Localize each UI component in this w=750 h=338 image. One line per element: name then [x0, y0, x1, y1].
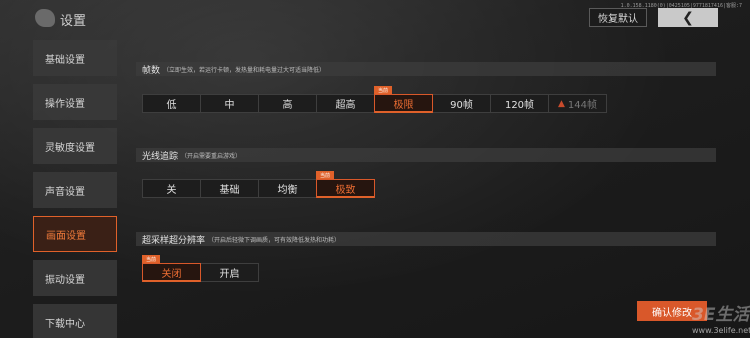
warning-icon: ▲ [557, 98, 565, 109]
raytracing-option-balanced[interactable]: 均衡 [258, 179, 317, 198]
fps-option-ultra[interactable]: 超高 [316, 94, 375, 113]
supersampling-section-note: （开启后轻微下调画质，可有效降低发热和功耗） [208, 236, 341, 244]
supersampling-option-on[interactable]: 开启 [200, 263, 259, 282]
fps-section-header: 帧数 （立即生效，若运行卡顿，发热量和耗电量过大可适当降低） [136, 62, 716, 76]
supersampling-options: 当前 关闭 开启 [142, 255, 259, 282]
raytracing-options: 关 基础 均衡 当前 极致 [142, 171, 375, 198]
fps-section-title: 帧数 [142, 65, 161, 76]
fps-option-extreme-label: 极限 [393, 100, 414, 111]
raytracing-option-off[interactable]: 关 [142, 179, 201, 198]
fps-option-extreme[interactable]: 当前 极限 [374, 86, 433, 113]
sidebar-item-downloads[interactable]: 下载中心 [33, 304, 117, 338]
fps-option-120[interactable]: 120帧 [490, 94, 549, 113]
supersampling-section-header: 超采样超分辨率 （开启后轻微下调画质，可有效降低发热和功耗） [136, 232, 716, 246]
fps-option-144: ▲ 144帧 [548, 94, 607, 113]
fps-option-low[interactable]: 低 [142, 94, 201, 113]
current-badge: 当前 [374, 86, 393, 94]
raytracing-option-ultimate[interactable]: 当前 极致 [316, 171, 375, 198]
fps-option-high[interactable]: 高 [258, 94, 317, 113]
supersampling-section-title: 超采样超分辨率 [142, 235, 206, 246]
supersampling-option-off[interactable]: 当前 关闭 [142, 255, 201, 282]
page-title: 设置 [60, 14, 87, 29]
sidebar-item-basic[interactable]: 基础设置 [33, 40, 117, 76]
back-button[interactable]: ❮ [658, 8, 718, 27]
sidebar-item-vibration[interactable]: 振动设置 [33, 260, 117, 296]
sidebar-item-sound[interactable]: 声音设置 [33, 172, 117, 208]
fps-section-note: （立即生效，若运行卡顿，发热量和耗电量过大可适当降低） [163, 66, 326, 74]
fps-option-90[interactable]: 90帧 [432, 94, 491, 113]
fps-option-144-label: 144帧 [567, 100, 597, 111]
raytracing-section-title: 光线追踪 [142, 151, 179, 162]
chevron-left-icon: ❮ [682, 9, 694, 26]
top-bar: 设置 1.0.158.1180(0)|0425105|9771817416|客服… [0, 0, 750, 36]
raytracing-section-header: 光线追踪 （开启需要重启游戏） [136, 148, 716, 162]
watermark-logo: 3E生活 [692, 305, 750, 325]
current-badge: 当前 [316, 171, 335, 179]
fps-option-medium[interactable]: 中 [200, 94, 259, 113]
raytracing-option-ultimate-label: 极致 [335, 185, 356, 196]
sidebar-item-graphics[interactable]: 画面设置 [33, 216, 117, 252]
fps-options: 低 中 高 超高 当前 极限 90帧 120帧 ▲ 144帧 [142, 86, 607, 113]
current-badge: 当前 [142, 255, 161, 263]
sidebar-item-controls[interactable]: 操作设置 [33, 84, 117, 120]
watermark-site: www.3elife.net [692, 326, 750, 335]
supersampling-option-off-label: 关闭 [161, 269, 182, 280]
raytracing-section-note: （开启需要重启游戏） [181, 152, 242, 160]
app-logo-icon [35, 9, 55, 27]
raytracing-option-basic[interactable]: 基础 [200, 179, 259, 198]
restore-defaults-button[interactable]: 恢复默认 [589, 8, 647, 27]
sidebar-item-sensitivity[interactable]: 灵敏度设置 [33, 128, 117, 164]
